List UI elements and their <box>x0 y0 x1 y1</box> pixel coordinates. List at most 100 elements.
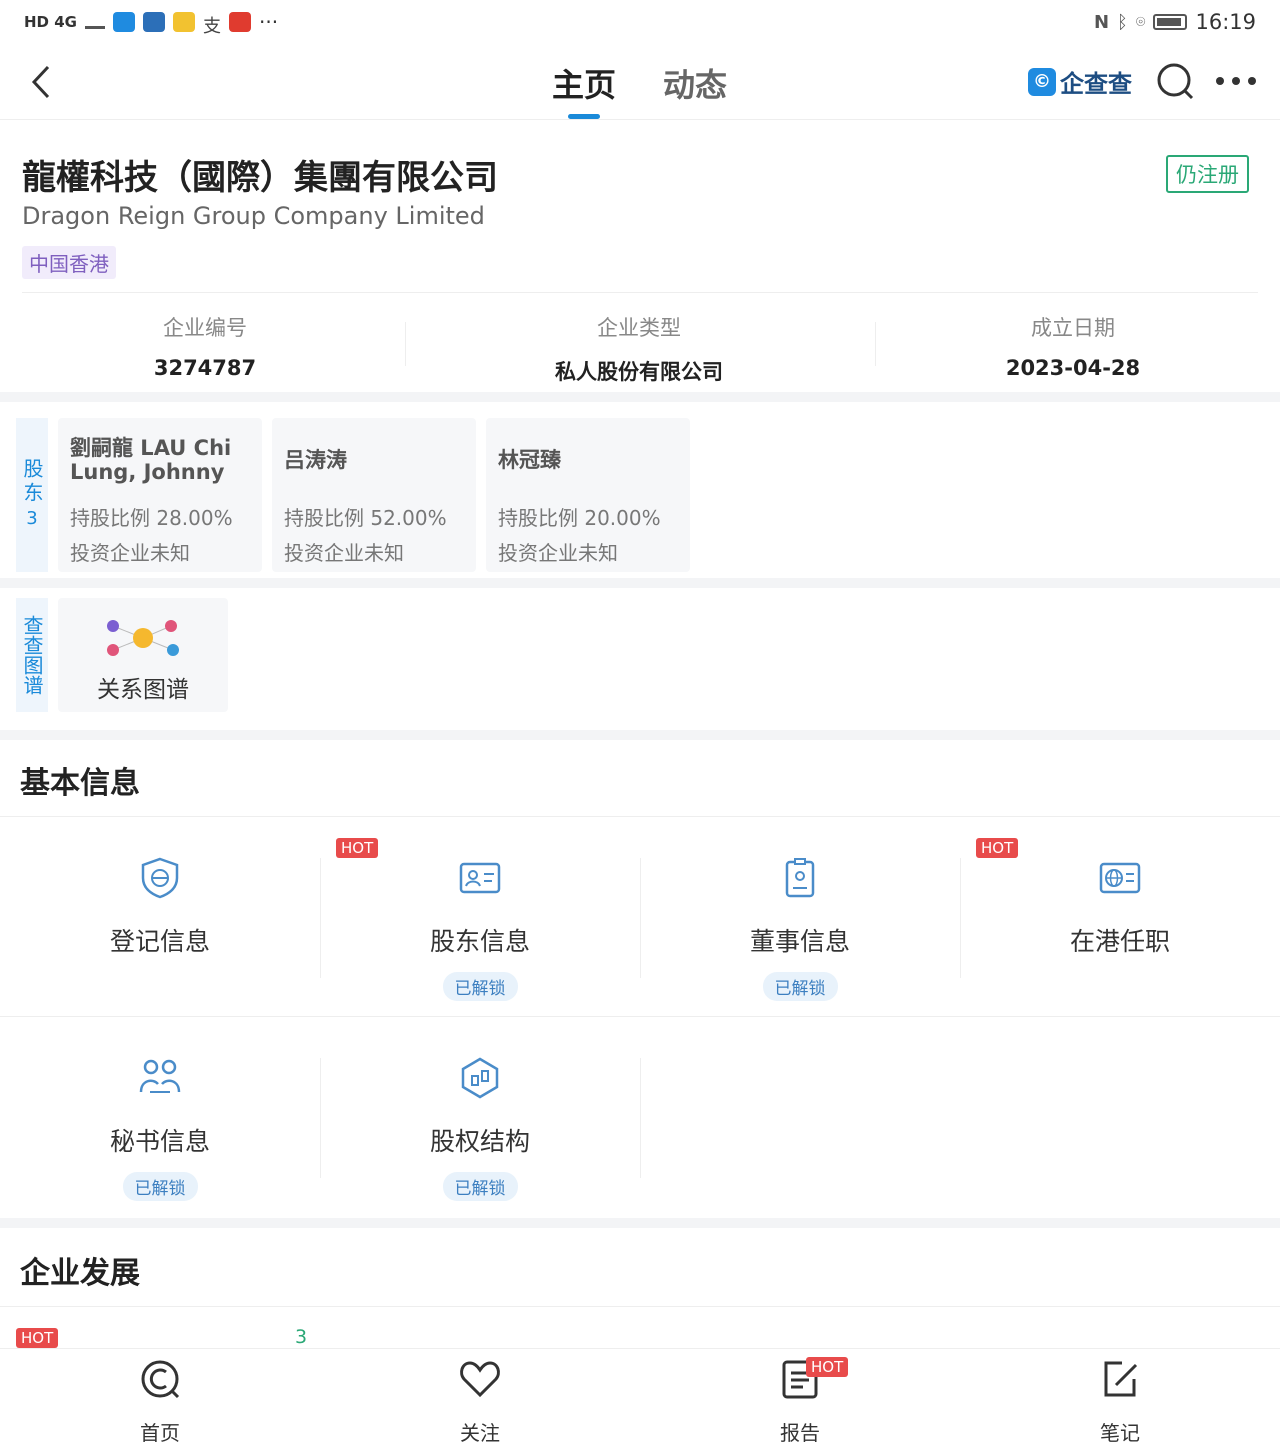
info-company-number: 企业编号 3274787 <box>90 312 320 380</box>
app-notification-icon <box>112 12 135 32</box>
clock: 16:19 <box>1195 10 1256 34</box>
info-value: 私人股份有限公司 <box>555 360 723 384</box>
home-icon <box>141 1360 180 1399</box>
id-card-icon <box>459 862 501 894</box>
hot-badge: HOT <box>336 838 379 858</box>
divider <box>875 322 876 366</box>
bottom-nav-home[interactable]: 首页 <box>0 1357 320 1442</box>
chevron-left-icon <box>31 65 50 99</box>
info-label: 成立日期 <box>1031 316 1115 340</box>
grid-equity-structure[interactable]: 股权结构 已解锁 <box>320 1056 640 1201</box>
active-tab-indicator <box>568 114 600 119</box>
grid-registration-info[interactable]: 登记信息 <box>0 856 320 958</box>
section-gap <box>0 392 1280 402</box>
grid-director-info[interactable]: 董事信息 已解锁 <box>640 856 960 1001</box>
grid-shareholder-info[interactable]: 股东信息 已解锁 <box>320 856 640 1001</box>
back-button[interactable] <box>28 64 62 100</box>
side-label-text: 查查图谱 <box>20 615 44 695</box>
more-dot-icon <box>1248 77 1256 85</box>
relationship-graph-card[interactable]: 关系图谱 <box>58 598 228 712</box>
bottom-nav-label: 首页 <box>140 1421 180 1442</box>
graph-side-label[interactable]: 查查图谱 <box>16 598 48 712</box>
nfc-icon: N <box>1093 11 1110 33</box>
grid-hk-positions[interactable]: 在港任职 <box>960 856 1280 958</box>
heart-icon <box>460 1361 500 1398</box>
info-value: 3274787 <box>153 356 257 380</box>
pay-notification-icon: 支 <box>202 16 221 37</box>
status-bar-left: HD 4G 支 ··· <box>24 10 279 37</box>
info-company-type: 企业类型 私人股份有限公司 <box>500 312 778 386</box>
hexagon-chart-icon <box>461 1057 499 1099</box>
info-label: 企业编号 <box>163 316 247 340</box>
shareholder-count: 3 <box>26 508 38 529</box>
wifi-icon <box>84 15 105 29</box>
status-bar-right: N ᛒ ⌾ 16:19 <box>1094 10 1256 34</box>
bottom-nav-label: 笔记 <box>1100 1421 1140 1442</box>
info-value: 2023-04-28 <box>1005 356 1141 380</box>
shareholder-card[interactable]: 吕涛涛 持股比例 52.00% 投资企业未知 <box>272 418 476 572</box>
shareholder-card[interactable]: 劉嗣龍 LAU Chi Lung, Johnny 持股比例 28.00% 投资企… <box>58 418 262 572</box>
brand-name: 企查查 <box>1060 70 1132 98</box>
grid-secretary-info[interactable]: 秘书信息 已解锁 <box>0 1056 320 1201</box>
shareholders-side-label[interactable]: 股东 3 <box>16 418 48 572</box>
badge-icon <box>785 858 815 898</box>
company-name: 龍權科技（國際）集團有限公司 <box>22 158 498 198</box>
bluetooth-icon: ᛒ <box>1117 11 1128 33</box>
unlocked-tag: 已解锁 <box>122 1172 198 1201</box>
divider <box>0 816 1280 817</box>
qcc-logo-icon: © <box>1028 67 1056 96</box>
people-icon <box>139 1059 181 1093</box>
grid-label: 秘书信息 <box>109 1127 210 1156</box>
bottom-nav-label: 关注 <box>460 1421 500 1442</box>
unlocked-tag: 已解锁 <box>442 1172 518 1201</box>
shareholder-card[interactable]: 林冠臻 持股比例 20.00% 投资企业未知 <box>486 418 690 572</box>
shareholder-name: 劉嗣龍 LAU Chi Lung, Johnny <box>70 436 232 484</box>
bottom-nav-report[interactable]: 报告 <box>640 1357 960 1442</box>
shareholder-ratio: 持股比例 20.00% <box>498 506 661 530</box>
battery-icon <box>1153 14 1188 30</box>
relationship-graph-label: 关系图谱 <box>97 677 189 703</box>
bottom-nav: 首页 关注 报告 HOT 笔记 <box>0 1348 1280 1442</box>
divider <box>640 1058 641 1178</box>
bottom-nav-follow[interactable]: 关注 <box>320 1357 640 1442</box>
tab-activity[interactable]: 动态 <box>663 60 727 106</box>
bottom-nav-label: 报告 <box>780 1421 820 1442</box>
shareholder-investments: 投资企业未知 <box>70 541 190 565</box>
more-notifications-icon: ··· <box>258 10 279 34</box>
shield-icon <box>141 857 179 899</box>
section-gap <box>0 1218 1280 1228</box>
relationship-graph-icon <box>107 620 179 656</box>
grid-label: 董事信息 <box>749 927 850 956</box>
shareholder-investments: 投资企业未知 <box>284 541 404 565</box>
info-founded-date: 成立日期 2023-04-28 <box>960 312 1186 380</box>
grid-label: 股东信息 <box>429 927 530 956</box>
more-button[interactable] <box>1216 74 1260 88</box>
divider <box>0 1016 1280 1017</box>
grid-label: 登记信息 <box>109 927 210 956</box>
divider <box>0 1306 1280 1307</box>
shareholder-investments: 投资企业未知 <box>498 541 618 565</box>
mail-notification-icon <box>172 12 195 32</box>
hot-badge: HOT <box>976 838 1019 858</box>
brand-logo[interactable]: © 企查查 <box>1028 64 1132 99</box>
search-icon <box>1157 63 1194 100</box>
status-bar: HD 4G 支 ··· N ᛒ ⌾ 16:19 <box>0 0 1280 44</box>
search-button[interactable] <box>1156 62 1196 102</box>
news-notification-icon <box>228 12 251 32</box>
section-title-basic-info: 基本信息 <box>20 766 140 801</box>
shareholder-name: 林冠臻 <box>498 448 561 472</box>
tab-home[interactable]: 主页 <box>552 60 616 106</box>
divider <box>22 292 1258 293</box>
region-tag[interactable]: 中国香港 <box>22 246 116 279</box>
network-indicator: HD 4G <box>24 13 77 31</box>
hot-badge: HOT <box>16 1328 59 1348</box>
development-count: 3 <box>295 1326 308 1348</box>
globe-card-icon <box>1099 862 1141 894</box>
top-nav: 主页 动态 © 企查查 <box>0 44 1280 120</box>
unlocked-tag: 已解锁 <box>442 972 518 1001</box>
hot-badge: HOT <box>806 1357 849 1377</box>
divider <box>405 322 406 366</box>
section-gap <box>0 730 1280 740</box>
grid-label: 股权结构 <box>429 1127 530 1156</box>
bottom-nav-notes[interactable]: 笔记 <box>960 1357 1280 1442</box>
